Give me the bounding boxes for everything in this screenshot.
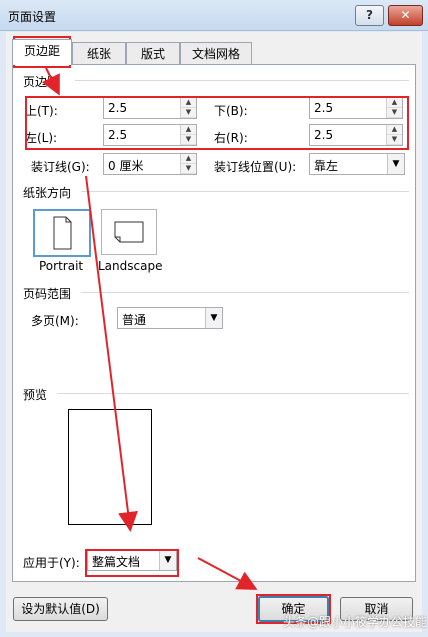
watermark: 头条@跟小小筱学办公技能 <box>283 615 428 629</box>
tab-margins[interactable]: 页边距 <box>12 39 72 65</box>
arrow-to-ok <box>197 557 258 590</box>
arrow-to-apply <box>85 175 138 532</box>
arrow-to-margins <box>41 67 60 96</box>
annotation-arrows <box>41 67 258 590</box>
